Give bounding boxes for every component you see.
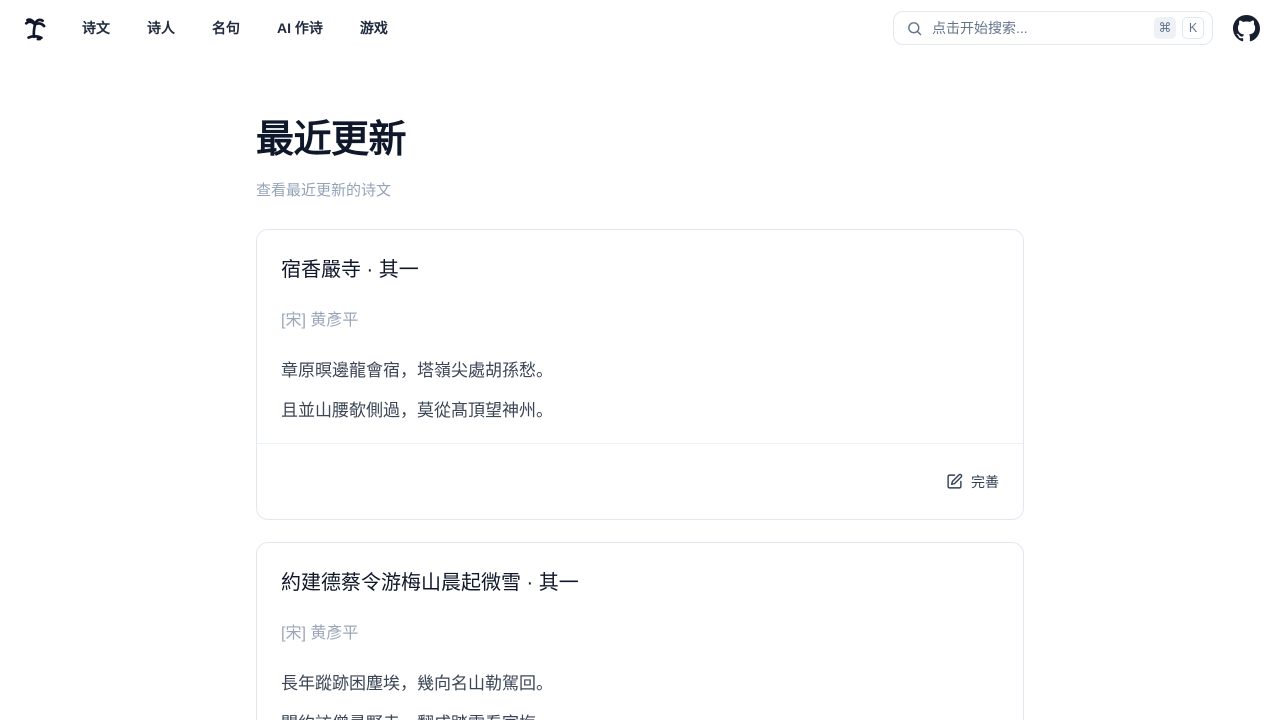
poem-line: 章原暝邊龍會宿，塔嶺尖處胡孫愁。 xyxy=(281,361,999,381)
poem-author: [宋] 黄彥平 xyxy=(281,309,999,333)
poem-lines: 長年蹤跡困塵埃，幾向名山勒駕回。 閑約訪僧尋野寺，翻成踏雪看官梅。 xyxy=(281,674,999,720)
poem-title-link[interactable]: 約建德蔡令游梅山晨起微雪 · 其一 xyxy=(281,569,999,597)
poem-card: 約建德蔡令游梅山晨起微雪 · 其一 [宋] 黄彥平 長年蹤跡困塵埃，幾向名山勒駕… xyxy=(256,542,1024,720)
edit-icon xyxy=(946,473,963,490)
poem-lines: 章原暝邊龍會宿，塔嶺尖處胡孫愁。 且並山腰欹側過，莫從髙頂望神州。 xyxy=(281,361,999,421)
improve-button-label: 完善 xyxy=(971,472,999,492)
kbd-k: K xyxy=(1182,17,1204,39)
poem-card-body: 宿香嚴寺 · 其一 [宋] 黄彥平 章原暝邊龍會宿，塔嶺尖處胡孫愁。 且並山腰欹… xyxy=(257,230,1023,443)
github-icon xyxy=(1233,15,1260,42)
page-title: 最近更新 xyxy=(256,118,1024,162)
poem-title-link[interactable]: 宿香嚴寺 · 其一 xyxy=(281,256,999,284)
poem-line: 長年蹤跡困塵埃，幾向名山勒駕回。 xyxy=(281,674,999,694)
github-link[interactable] xyxy=(1233,15,1260,42)
nav-item-quotes[interactable]: 名句 xyxy=(212,18,240,38)
search-input[interactable]: 点击开始搜索... ⌘ K xyxy=(893,11,1213,45)
poem-card-body: 約建德蔡令游梅山晨起微雪 · 其一 [宋] 黄彥平 長年蹤跡困塵埃，幾向名山勒駕… xyxy=(257,543,1023,720)
nav-item-games[interactable]: 游戏 xyxy=(360,18,388,38)
nav-item-ai-poem[interactable]: AI 作诗 xyxy=(277,18,323,38)
poem-line: 且並山腰欹側過，莫從髙頂望神州。 xyxy=(281,401,999,421)
site-logo[interactable] xyxy=(20,13,50,43)
poem-author: [宋] 黄彥平 xyxy=(281,622,999,646)
main-content: 最近更新 查看最近更新的诗文 宿香嚴寺 · 其一 [宋] 黄彥平 章原暝邊龍會宿… xyxy=(256,118,1024,720)
nav-links: 诗文 诗人 名句 AI 作诗 游戏 xyxy=(82,18,388,38)
search-icon xyxy=(906,20,923,37)
nav-item-poems[interactable]: 诗文 xyxy=(82,18,110,38)
poem-card-footer: 完善 xyxy=(257,443,1023,519)
search-placeholder: 点击开始搜索... xyxy=(932,18,1154,38)
improve-button[interactable]: 完善 xyxy=(946,472,999,492)
palm-tree-icon xyxy=(21,14,49,42)
top-navbar: 诗文 诗人 名句 AI 作诗 游戏 点击开始搜索... ⌘ K xyxy=(0,0,1280,56)
nav-item-poets[interactable]: 诗人 xyxy=(147,18,175,38)
page-subtitle: 查看最近更新的诗文 xyxy=(256,180,1024,202)
kbd-command: ⌘ xyxy=(1154,17,1176,39)
poem-card: 宿香嚴寺 · 其一 [宋] 黄彥平 章原暝邊龍會宿，塔嶺尖處胡孫愁。 且並山腰欹… xyxy=(256,229,1024,520)
poem-line: 閑約訪僧尋野寺，翻成踏雪看官梅。 xyxy=(281,714,999,720)
